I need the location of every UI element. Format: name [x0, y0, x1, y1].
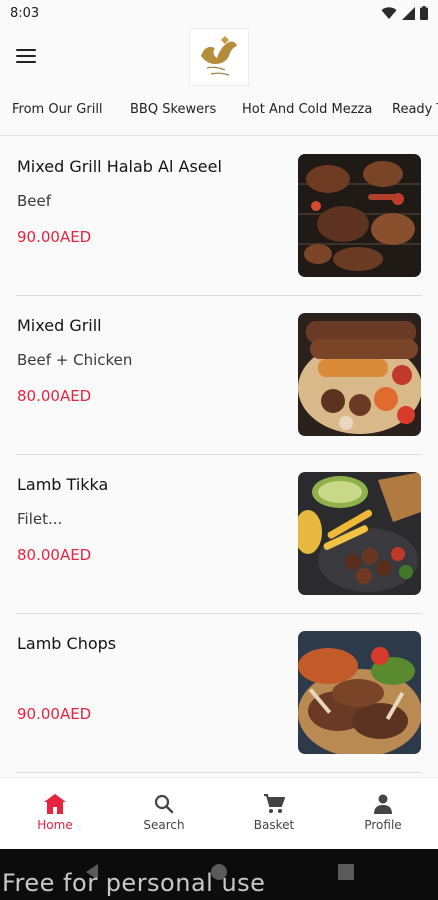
watermark-text: Free for personal use: [2, 869, 266, 897]
menu-item[interactable]: Lamb Tikka Filet... 80.00AED: [0, 455, 438, 614]
tab-ready[interactable]: Ready T: [392, 102, 438, 117]
item-description: Beef + Chicken: [17, 351, 133, 369]
tab-bbq-skewers[interactable]: BBQ Skewers: [130, 102, 216, 117]
bottom-navigation: Home Search Basket Profile: [0, 777, 438, 849]
nav-search[interactable]: Search: [109, 778, 219, 850]
menu-item-list: Mixed Grill Halab Al Aseel Beef 90.00AED: [0, 137, 438, 777]
divider: [16, 772, 422, 773]
status-bar: 8:03: [0, 0, 438, 28]
item-price: 80.00AED: [17, 387, 92, 405]
item-image[interactable]: [298, 631, 421, 754]
menu-item[interactable]: Mixed Grill Halab Al Aseel Beef 90.00AED: [0, 137, 438, 296]
item-description: Filet...: [17, 510, 63, 528]
system-navigation-bar: Free for personal use: [0, 849, 438, 900]
nav-profile-label: Profile: [364, 818, 402, 832]
status-time: 8:03: [10, 6, 40, 21]
status-icons: [381, 5, 428, 23]
nav-basket-label: Basket: [253, 818, 295, 832]
nav-search-label: Search: [143, 818, 185, 832]
tab-hot-and-cold-mezza[interactable]: Hot And Cold Mezza: [242, 102, 372, 117]
cart-icon: [264, 794, 285, 813]
item-name: Lamb Chops: [17, 634, 117, 653]
item-price: 90.00AED: [17, 705, 92, 723]
tab-from-our-grill[interactable]: From Our Grill: [12, 102, 103, 117]
hamburger-menu-icon[interactable]: [12, 42, 40, 70]
item-name: Mixed Grill Halab Al Aseel: [17, 157, 222, 176]
recents-icon[interactable]: [338, 864, 354, 880]
signal-icon: [402, 5, 415, 24]
restaurant-logo: [189, 28, 249, 86]
nav-profile[interactable]: Profile: [328, 778, 438, 850]
item-image[interactable]: [298, 154, 421, 277]
nav-basket[interactable]: Basket: [219, 778, 329, 850]
menu-item[interactable]: Lamb Chops 90.00AED: [0, 614, 438, 773]
person-icon: [374, 794, 392, 814]
menu-item[interactable]: Mixed Grill Beef + Chicken 80.00AED: [0, 296, 438, 455]
item-name: Mixed Grill: [17, 316, 102, 335]
item-price: 90.00AED: [17, 228, 92, 246]
item-price: 80.00AED: [17, 546, 92, 564]
nav-home[interactable]: Home: [0, 778, 110, 850]
item-image[interactable]: [298, 313, 421, 436]
item-description: Beef: [17, 192, 52, 210]
item-name: Lamb Tikka: [17, 475, 109, 494]
home-icon: [44, 794, 66, 814]
app-header: [0, 28, 438, 88]
item-image[interactable]: [298, 472, 421, 595]
battery-icon: [420, 5, 428, 24]
wifi-icon: [381, 5, 397, 24]
search-icon: [154, 794, 174, 814]
nav-home-label: Home: [37, 818, 73, 832]
category-tabs: From Our Grill BBQ Skewers Hot And Cold …: [0, 88, 438, 136]
